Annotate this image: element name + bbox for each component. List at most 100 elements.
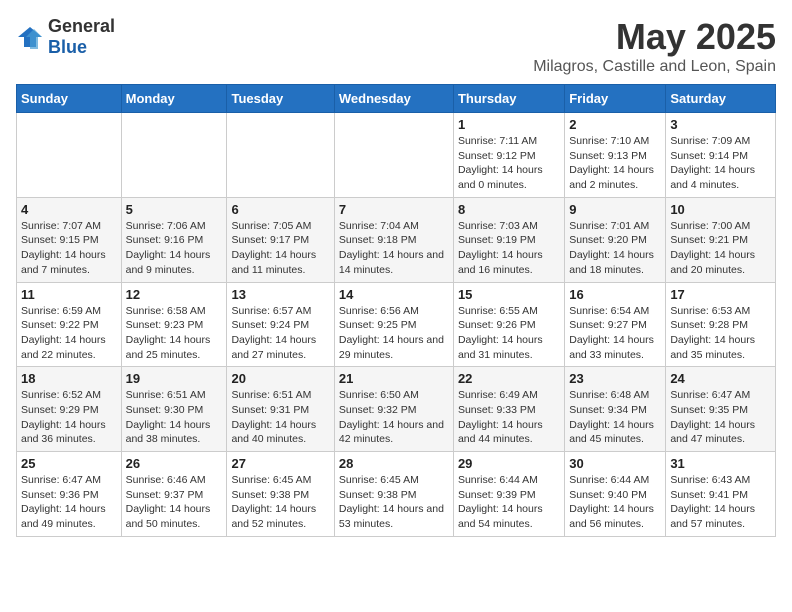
calendar-cell: 25 Sunrise: 6:47 AMSunset: 9:36 PMDayligh… xyxy=(17,452,122,537)
calendar-cell: 3 Sunrise: 7:09 AMSunset: 9:14 PMDaylight… xyxy=(666,113,776,198)
day-number: 1 xyxy=(458,117,560,132)
day-info: Sunrise: 6:50 AMSunset: 9:32 PMDaylight:… xyxy=(339,388,449,447)
logo-icon xyxy=(16,23,44,51)
header-sunday: Sunday xyxy=(17,85,122,113)
day-number: 22 xyxy=(458,371,560,386)
calendar-cell xyxy=(227,113,334,198)
day-info: Sunrise: 7:04 AMSunset: 9:18 PMDaylight:… xyxy=(339,219,449,278)
calendar-cell: 17 Sunrise: 6:53 AMSunset: 9:28 PMDayligh… xyxy=(666,282,776,367)
day-number: 8 xyxy=(458,202,560,217)
day-number: 10 xyxy=(670,202,771,217)
day-info: Sunrise: 6:46 AMSunset: 9:37 PMDaylight:… xyxy=(126,473,223,532)
day-number: 25 xyxy=(21,456,117,471)
title-area: May 2025 Milagros, Castille and Leon, Sp… xyxy=(533,16,776,76)
day-number: 28 xyxy=(339,456,449,471)
page-title: May 2025 xyxy=(533,16,776,58)
calendar-cell: 30 Sunrise: 6:44 AMSunset: 9:40 PMDayligh… xyxy=(565,452,666,537)
day-info: Sunrise: 6:51 AMSunset: 9:31 PMDaylight:… xyxy=(231,388,329,447)
calendar-cell xyxy=(17,113,122,198)
day-number: 17 xyxy=(670,287,771,302)
calendar-cell: 14 Sunrise: 6:56 AMSunset: 9:25 PMDayligh… xyxy=(334,282,453,367)
day-number: 2 xyxy=(569,117,661,132)
calendar-cell: 21 Sunrise: 6:50 AMSunset: 9:32 PMDayligh… xyxy=(334,367,453,452)
day-info: Sunrise: 7:00 AMSunset: 9:21 PMDaylight:… xyxy=(670,219,771,278)
day-info: Sunrise: 7:11 AMSunset: 9:12 PMDaylight:… xyxy=(458,134,560,193)
calendar-cell: 29 Sunrise: 6:44 AMSunset: 9:39 PMDayligh… xyxy=(453,452,564,537)
calendar-week-4: 18Sunrise: 6:52 AMSunset: 9:29 PMDayligh… xyxy=(17,367,776,452)
day-number: 4 xyxy=(21,202,117,217)
calendar-cell: 22 Sunrise: 6:49 AMSunset: 9:33 PMDayligh… xyxy=(453,367,564,452)
calendar-cell: 31 Sunrise: 6:43 AMSunset: 9:41 PMDayligh… xyxy=(666,452,776,537)
day-info: Sunrise: 6:44 AMSunset: 9:40 PMDaylight:… xyxy=(569,473,661,532)
calendar-week-3: 11 Sunrise: 6:59 AMSunset: 9:22 PMDayligh… xyxy=(17,282,776,367)
logo-text: General Blue xyxy=(48,16,115,58)
day-info: Sunrise: 6:47 AMSunset: 9:35 PMDaylight:… xyxy=(670,388,771,447)
day-info: Sunrise: 6:48 AMSunset: 9:34 PMDaylight:… xyxy=(569,388,661,447)
calendar-cell: 16 Sunrise: 6:54 AMSunset: 9:27 PMDayligh… xyxy=(565,282,666,367)
day-number: 12 xyxy=(126,287,223,302)
day-number: 7 xyxy=(339,202,449,217)
day-number: 11 xyxy=(21,287,117,302)
day-info: Sunrise: 7:07 AMSunset: 9:15 PMDaylight:… xyxy=(21,219,117,278)
logo: General Blue xyxy=(16,16,115,58)
day-number: 14 xyxy=(339,287,449,302)
calendar-cell: 28 Sunrise: 6:45 AMSunset: 9:38 PMDayligh… xyxy=(334,452,453,537)
day-number: 16 xyxy=(569,287,661,302)
day-info: Sunrise: 7:10 AMSunset: 9:13 PMDaylight:… xyxy=(569,134,661,193)
calendar-cell: 6Sunrise: 7:05 AMSunset: 9:17 PMDaylight… xyxy=(227,197,334,282)
calendar-cell: 27Sunrise: 6:45 AMSunset: 9:38 PMDayligh… xyxy=(227,452,334,537)
day-info: Sunrise: 6:55 AMSunset: 9:26 PMDaylight:… xyxy=(458,304,560,363)
day-info: Sunrise: 6:59 AMSunset: 9:22 PMDaylight:… xyxy=(21,304,117,363)
calendar-cell: 19Sunrise: 6:51 AMSunset: 9:30 PMDayligh… xyxy=(121,367,227,452)
day-number: 30 xyxy=(569,456,661,471)
calendar-cell: 5Sunrise: 7:06 AMSunset: 9:16 PMDaylight… xyxy=(121,197,227,282)
header-thursday: Thursday xyxy=(453,85,564,113)
day-info: Sunrise: 7:03 AMSunset: 9:19 PMDaylight:… xyxy=(458,219,560,278)
day-number: 19 xyxy=(126,371,223,386)
day-number: 21 xyxy=(339,371,449,386)
day-info: Sunrise: 6:53 AMSunset: 9:28 PMDaylight:… xyxy=(670,304,771,363)
day-number: 31 xyxy=(670,456,771,471)
day-info: Sunrise: 6:56 AMSunset: 9:25 PMDaylight:… xyxy=(339,304,449,363)
day-info: Sunrise: 7:09 AMSunset: 9:14 PMDaylight:… xyxy=(670,134,771,193)
day-info: Sunrise: 6:45 AMSunset: 9:38 PMDaylight:… xyxy=(339,473,449,532)
calendar-cell: 23 Sunrise: 6:48 AMSunset: 9:34 PMDayligh… xyxy=(565,367,666,452)
calendar-cell: 8 Sunrise: 7:03 AMSunset: 9:19 PMDaylight… xyxy=(453,197,564,282)
header-saturday: Saturday xyxy=(666,85,776,113)
calendar-cell: 1 Sunrise: 7:11 AMSunset: 9:12 PMDaylight… xyxy=(453,113,564,198)
day-number: 24 xyxy=(670,371,771,386)
day-info: Sunrise: 6:43 AMSunset: 9:41 PMDaylight:… xyxy=(670,473,771,532)
day-number: 27 xyxy=(231,456,329,471)
calendar-cell: 24 Sunrise: 6:47 AMSunset: 9:35 PMDayligh… xyxy=(666,367,776,452)
calendar-cell: 12 Sunrise: 6:58 AMSunset: 9:23 PMDayligh… xyxy=(121,282,227,367)
calendar-week-1: 1 Sunrise: 7:11 AMSunset: 9:12 PMDaylight… xyxy=(17,113,776,198)
day-number: 6 xyxy=(231,202,329,217)
day-info: Sunrise: 6:58 AMSunset: 9:23 PMDaylight:… xyxy=(126,304,223,363)
day-number: 18 xyxy=(21,371,117,386)
calendar-cell: 13Sunrise: 6:57 AMSunset: 9:24 PMDayligh… xyxy=(227,282,334,367)
day-number: 9 xyxy=(569,202,661,217)
calendar-cell: 26Sunrise: 6:46 AMSunset: 9:37 PMDayligh… xyxy=(121,452,227,537)
calendar-cell: 20 Sunrise: 6:51 AMSunset: 9:31 PMDayligh… xyxy=(227,367,334,452)
day-number: 5 xyxy=(126,202,223,217)
day-info: Sunrise: 6:44 AMSunset: 9:39 PMDaylight:… xyxy=(458,473,560,532)
calendar-week-5: 25 Sunrise: 6:47 AMSunset: 9:36 PMDayligh… xyxy=(17,452,776,537)
calendar-cell: 15Sunrise: 6:55 AMSunset: 9:26 PMDayligh… xyxy=(453,282,564,367)
day-number: 20 xyxy=(231,371,329,386)
calendar-cell: 2 Sunrise: 7:10 AMSunset: 9:13 PMDaylight… xyxy=(565,113,666,198)
day-number: 3 xyxy=(670,117,771,132)
header-monday: Monday xyxy=(121,85,227,113)
day-number: 29 xyxy=(458,456,560,471)
calendar-cell: 7 Sunrise: 7:04 AMSunset: 9:18 PMDaylight… xyxy=(334,197,453,282)
calendar-header-row: SundayMondayTuesdayWednesdayThursdayFrid… xyxy=(17,85,776,113)
logo-blue: Blue xyxy=(48,37,87,57)
calendar-cell: 9Sunrise: 7:01 AMSunset: 9:20 PMDaylight… xyxy=(565,197,666,282)
calendar-cell xyxy=(334,113,453,198)
day-info: Sunrise: 6:54 AMSunset: 9:27 PMDaylight:… xyxy=(569,304,661,363)
day-number: 23 xyxy=(569,371,661,386)
day-info: Sunrise: 6:49 AMSunset: 9:33 PMDaylight:… xyxy=(458,388,560,447)
calendar-cell: 11 Sunrise: 6:59 AMSunset: 9:22 PMDayligh… xyxy=(17,282,122,367)
day-info: Sunrise: 6:47 AMSunset: 9:36 PMDaylight:… xyxy=(21,473,117,532)
calendar-cell: 18Sunrise: 6:52 AMSunset: 9:29 PMDayligh… xyxy=(17,367,122,452)
header-friday: Friday xyxy=(565,85,666,113)
